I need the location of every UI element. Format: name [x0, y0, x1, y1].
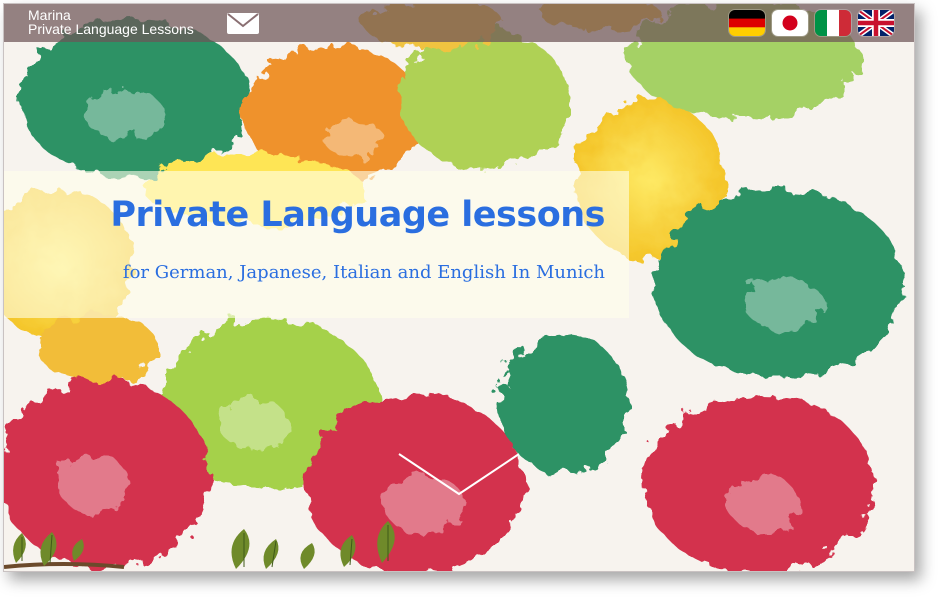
brand-tagline: Private Language Lessons [28, 21, 194, 37]
browser-viewport: Marina Private Language Lessons Private … [3, 3, 915, 572]
hero-banner: Private Language lessons for German, Jap… [4, 171, 629, 318]
site-brand[interactable]: Marina Private Language Lessons [28, 8, 194, 36]
flag-germany-icon[interactable] [729, 10, 765, 36]
language-switcher [729, 10, 894, 36]
chevron-down-icon[interactable] [397, 450, 521, 498]
top-navigation-bar: Marina Private Language Lessons [4, 4, 914, 42]
envelope-icon[interactable] [226, 12, 260, 35]
flag-italy-icon[interactable] [815, 10, 851, 36]
leaves-decoration [4, 521, 395, 569]
flag-uk-icon[interactable] [858, 10, 894, 36]
flag-japan-icon[interactable] [772, 10, 808, 36]
hero-title: Private Language lessons [110, 195, 605, 235]
hero-subtitle: for German, Japanese, Italian and Englis… [122, 262, 605, 283]
brand-name: Marina [28, 7, 71, 23]
